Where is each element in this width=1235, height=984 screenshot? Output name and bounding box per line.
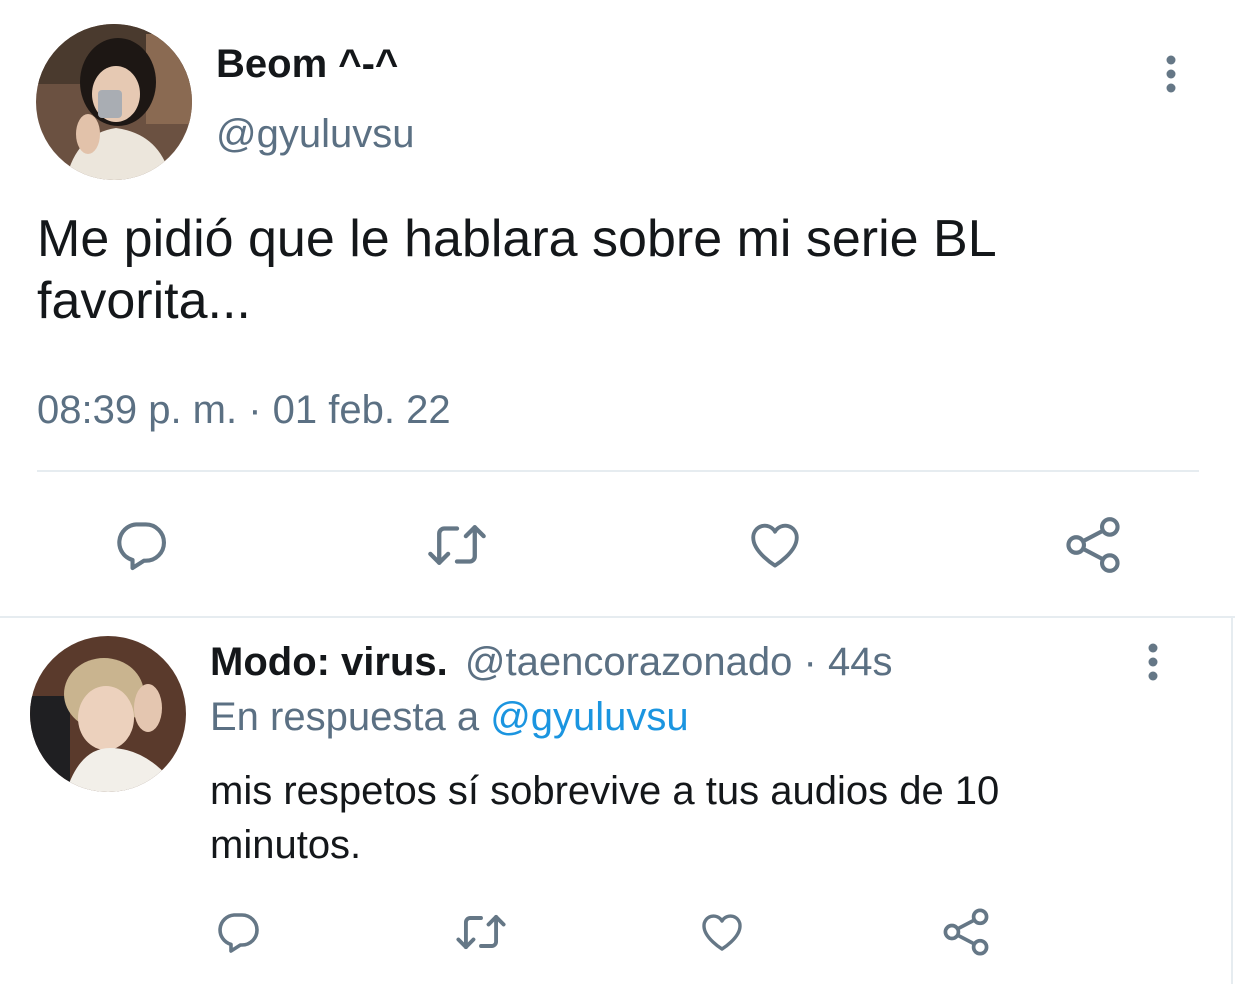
main-tweet-text-line: Me pidió que le hablara sobre mi serie B…	[37, 210, 997, 268]
reply-context-handle-link[interactable]: @gyuluvsu	[490, 695, 688, 739]
reply-like-icon[interactable]	[697, 908, 747, 956]
reply-tweet-text-line: minutos.	[210, 823, 362, 867]
main-tweet-text: Me pidió que le hablara sobre mi serie B…	[37, 208, 1207, 332]
reply-share-icon[interactable]	[940, 906, 992, 958]
main-author-handle[interactable]: @gyuluvsu	[216, 110, 414, 158]
reply-retweet-icon[interactable]	[453, 906, 509, 958]
reply-time[interactable]: 44s	[828, 640, 893, 684]
tweet-divider	[0, 616, 1235, 618]
reply-tweet-text: mis respetos sí sobrevive a tus audios d…	[210, 764, 1210, 872]
reply-reply-icon[interactable]	[214, 908, 262, 956]
main-share-icon[interactable]	[1062, 514, 1124, 576]
reply-tweet-text-line: mis respetos sí sobrevive a tus audios d…	[210, 769, 1000, 813]
reply-author-handle[interactable]: @taencorazonado	[465, 640, 793, 684]
main-like-icon[interactable]	[745, 516, 805, 574]
main-tweet-timestamp[interactable]: 08:39 p. m. · 01 feb. 22	[37, 386, 451, 434]
main-tweet-text-line: favorita...	[37, 272, 251, 330]
main-reply-icon[interactable]	[112, 516, 170, 574]
main-author-avatar[interactable]	[36, 24, 192, 180]
reply-context: En respuesta a @gyuluvsu	[210, 693, 689, 741]
main-retweet-icon[interactable]	[424, 514, 490, 576]
main-author-name[interactable]: Beom ^-^	[216, 40, 398, 88]
main-actions-divider	[37, 470, 1199, 472]
reply-header: Modo: virus. @taencorazonado · 44s	[210, 638, 892, 686]
reply-context-prefix: En respuesta a	[210, 695, 480, 739]
main-more-icon[interactable]	[1157, 52, 1185, 96]
reply-author-avatar[interactable]	[30, 636, 186, 792]
reply-header-separator: ·	[803, 640, 817, 684]
right-border	[1231, 616, 1233, 984]
reply-author-name[interactable]: Modo: virus.	[210, 640, 448, 684]
reply-more-icon[interactable]	[1139, 640, 1167, 684]
